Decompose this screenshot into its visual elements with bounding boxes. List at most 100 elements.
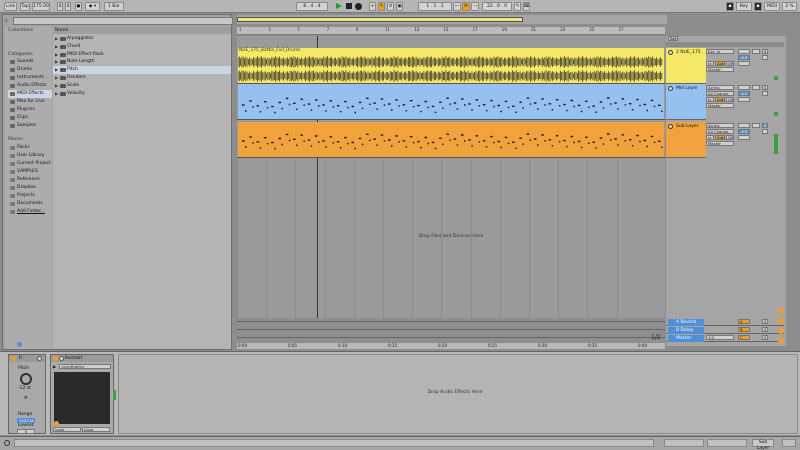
sig-numerator[interactable]: 4 xyxy=(57,2,63,11)
expand-arrow-icon[interactable]: ▶ xyxy=(53,364,56,369)
punch-out-icon[interactable]: ¬ xyxy=(471,2,479,11)
category-item[interactable]: Drums xyxy=(8,66,52,74)
place-item[interactable]: Packs xyxy=(8,144,52,152)
monitor-auto-button[interactable]: Auto xyxy=(715,97,725,102)
kontakt-plugin-display[interactable] xyxy=(54,372,110,424)
info-icon[interactable] xyxy=(17,342,22,347)
category-item[interactable]: MIDI Effects xyxy=(8,90,52,98)
place-item[interactable]: SAMPLES xyxy=(8,168,52,176)
monitor-auto-button[interactable]: Auto xyxy=(715,61,725,66)
expand-arrow-icon[interactable]: ▶ xyxy=(55,90,58,98)
midi-from-select[interactable]: All Ins xyxy=(706,123,734,128)
zoom-handle-icon[interactable] xyxy=(778,328,784,334)
expand-arrow-icon[interactable]: ▶ xyxy=(55,58,58,66)
lowest-field[interactable]: 0 xyxy=(17,429,35,434)
overdub-icon[interactable]: + xyxy=(369,2,376,11)
sun-icon[interactable]: ✲ xyxy=(24,396,28,401)
solo-button[interactable]: S xyxy=(762,85,768,90)
volume-field[interactable]: -4.0 xyxy=(738,91,750,96)
expand-arrow-icon[interactable]: ▶ xyxy=(55,43,58,51)
return-activator[interactable]: B xyxy=(738,327,750,332)
volume-field[interactable]: -4.0 xyxy=(738,55,750,60)
solo-button[interactable]: S xyxy=(762,49,768,54)
return-solo-button[interactable]: S xyxy=(762,327,768,332)
play-icon[interactable] xyxy=(336,3,342,9)
activator-button[interactable] xyxy=(752,123,760,128)
zoom-handle-icon[interactable] xyxy=(778,308,784,314)
midi-from-select[interactable]: All Ins xyxy=(706,85,734,90)
pan-field[interactable] xyxy=(738,97,750,102)
activator-button[interactable] xyxy=(752,85,760,90)
pitch-knob[interactable] xyxy=(20,373,32,385)
name-column-header[interactable]: Name xyxy=(53,27,231,34)
activator-button[interactable] xyxy=(752,49,760,54)
device-menu-icon[interactable] xyxy=(37,356,42,361)
track-number-field[interactable] xyxy=(738,85,750,90)
zoom-handle-icon[interactable] xyxy=(778,338,784,344)
arrangement-position[interactable]: 6 . 4 . 4 xyxy=(296,2,328,11)
device-view-toggle[interactable] xyxy=(782,439,796,447)
tempo-field[interactable]: 175.00 xyxy=(32,2,50,11)
return-solo-button[interactable]: S xyxy=(762,319,768,324)
arm-button[interactable] xyxy=(762,91,768,96)
browser-item[interactable]: ▶ Chord xyxy=(53,43,231,51)
expand-arrow-icon[interactable]: ▶ xyxy=(55,35,58,43)
mixer-track-2[interactable]: Mid Layer All Ins All Channe In Auto Off Maste… xyxy=(666,84,784,120)
output-select[interactable]: Master xyxy=(706,67,734,72)
session-view-toggle[interactable] xyxy=(707,439,747,447)
key-map-button[interactable]: Key xyxy=(736,2,752,11)
category-item[interactable]: Plug-Ins xyxy=(8,106,52,114)
solo-button[interactable]: S xyxy=(762,123,768,128)
input-channel-select[interactable]: All Channe xyxy=(706,91,734,96)
mixer-track-3[interactable]: Sub Layer All Ins All Channe In Auto Off Maste… xyxy=(666,122,784,158)
track-name[interactable]: Mid Layer xyxy=(668,85,706,92)
kontakt-power-icon[interactable] xyxy=(53,356,58,361)
return-activator[interactable]: C xyxy=(738,335,750,340)
loop-switch-icon[interactable]: ⟳ xyxy=(462,2,470,11)
zoom-handle-icon[interactable] xyxy=(778,318,784,324)
track-name[interactable]: Sub Layer xyxy=(668,123,706,130)
wrench-icon[interactable] xyxy=(54,421,59,426)
volume-field[interactable]: -4.0 xyxy=(738,129,750,134)
arrangement-view[interactable]: NUE_175_Battle_Full_Drums xyxy=(237,36,665,336)
search-input[interactable] xyxy=(13,17,233,25)
device-power-icon[interactable] xyxy=(11,356,16,361)
page-indicator[interactable]: 1/2 xyxy=(651,334,661,341)
record-icon[interactable] xyxy=(355,3,362,10)
set-button[interactable]: Set xyxy=(668,36,678,41)
return-solo-button[interactable]: S xyxy=(762,335,768,340)
pan-field[interactable] xyxy=(738,135,750,140)
return-track-1[interactable]: A Reverb A S xyxy=(666,318,784,326)
return-track-name[interactable]: A Reverb xyxy=(668,319,704,326)
expand-arrow-icon[interactable]: ▶ xyxy=(55,74,58,82)
param-select-2[interactable]: none xyxy=(82,427,110,432)
midi-map-icon[interactable]: ▪ xyxy=(754,2,762,11)
browser-item[interactable]: ▶ Pitch xyxy=(53,66,231,74)
mixer-track-1[interactable]: 2 NUE_175 Ext. In In Auto Off Master -4.0 S xyxy=(666,48,784,84)
category-item[interactable]: Audio Effects xyxy=(8,82,52,90)
browser-item[interactable]: ▶ Scale xyxy=(53,82,231,90)
place-item[interactable]: Reference xyxy=(8,176,52,184)
loop-brace[interactable] xyxy=(237,17,523,22)
pan-field[interactable] xyxy=(738,61,750,66)
status-toggle-icon[interactable] xyxy=(4,440,10,446)
kontakt-menu-icon[interactable] xyxy=(59,356,64,361)
arrangement-track[interactable]: NUE_175_Battle_Full_Drums xyxy=(237,48,665,84)
category-item[interactable]: Max for Live xyxy=(8,98,52,106)
clip[interactable] xyxy=(238,122,664,157)
input-channel-select[interactable]: All Channe xyxy=(706,129,734,134)
punch-in-icon[interactable]: ⌐ xyxy=(453,2,461,11)
output-select[interactable]: Master xyxy=(706,141,734,146)
category-item[interactable]: Instruments xyxy=(8,74,52,82)
track-number-field[interactable] xyxy=(738,123,750,128)
place-item[interactable]: Documents xyxy=(8,200,52,208)
arm-button[interactable] xyxy=(762,55,768,60)
arm-button[interactable] xyxy=(762,129,768,134)
key-map-icon[interactable]: ▪ xyxy=(726,2,734,11)
browser-item[interactable]: ▶ Note Length xyxy=(53,58,231,66)
monitor-off-button[interactable]: Off xyxy=(726,97,734,102)
browser-item[interactable]: ▶ Arpeggiator xyxy=(53,35,231,43)
time-ruler[interactable]: 0:00 0:05 0:10 0:15 0:20 0:25 0:30 0:35 0:40 xyxy=(237,343,665,349)
monitor-off-button[interactable]: Off xyxy=(726,135,734,140)
expand-arrow-icon[interactable]: ▶ xyxy=(55,82,58,90)
